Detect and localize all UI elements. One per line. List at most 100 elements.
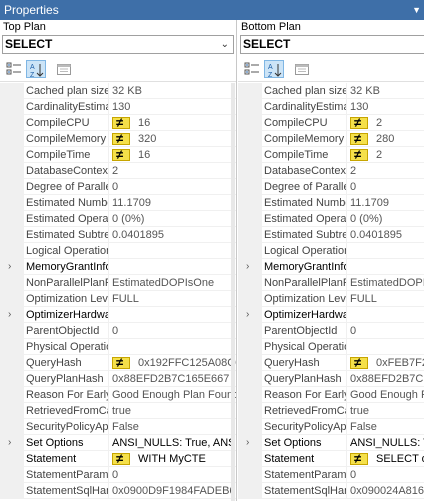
row-gutter xyxy=(0,339,24,355)
property-row[interactable]: ParentObjectId 0 xyxy=(238,323,424,339)
property-row[interactable]: NonParallelPlanReason EstimatedDOPIsOne xyxy=(0,275,236,291)
property-row[interactable]: › Set Options ANSI_NULLS: T xyxy=(238,435,424,451)
chevron-right-icon[interactable]: › xyxy=(8,259,11,275)
property-row[interactable]: QueryHash 0x192FFC125A08C0 xyxy=(0,355,236,371)
property-row[interactable]: Estimated Subtree Cost 0.0401895 xyxy=(238,227,424,243)
property-pages-button[interactable] xyxy=(54,60,74,78)
property-value: 0 xyxy=(108,179,236,195)
row-gutter[interactable]: › xyxy=(238,435,262,451)
property-row[interactable]: SecurityPolicyApplied False xyxy=(238,419,424,435)
chevron-right-icon[interactable]: › xyxy=(8,435,11,451)
property-row[interactable]: Physical Operation xyxy=(0,339,236,355)
chevron-right-icon[interactable]: › xyxy=(8,307,11,323)
alphabetical-button[interactable]: A Z xyxy=(264,60,284,78)
bottom-plan-operator-select[interactable]: SELECT xyxy=(240,35,424,54)
property-value-text: 32 KB xyxy=(112,85,142,97)
property-row[interactable]: Reason For Early Termination Good Enough … xyxy=(238,387,424,403)
property-row[interactable]: Estimated Subtree Cost 0.0401895 xyxy=(0,227,236,243)
property-row[interactable]: › Set Options ANSI_NULLS: True, ANS xyxy=(0,435,236,451)
not-equal-icon xyxy=(350,355,368,370)
property-row[interactable]: CardinalityEstimationModelVersion 130 xyxy=(0,99,236,115)
property-value: FULL xyxy=(346,291,424,307)
property-row[interactable]: › MemoryGrantInfo xyxy=(238,259,424,275)
chevron-right-icon[interactable]: › xyxy=(246,307,249,323)
property-row[interactable]: Optimization Level FULL xyxy=(238,291,424,307)
row-gutter[interactable]: › xyxy=(238,307,262,323)
property-row[interactable]: Statement SELECT o xyxy=(238,451,424,467)
property-row[interactable]: Estimated Number of Rows 11.1709 xyxy=(238,195,424,211)
property-name: CompileMemory xyxy=(262,133,346,147)
property-row[interactable]: SecurityPolicyApplied False xyxy=(0,419,236,435)
property-row[interactable]: CompileMemory 320 xyxy=(0,131,236,147)
row-gutter xyxy=(238,371,262,387)
property-row[interactable]: StatementSqlHandle 0x0900D9F1984FADEB6 xyxy=(0,483,236,499)
row-gutter xyxy=(238,211,262,227)
bottom-plan-property-grid[interactable]: Cached plan size 32 KB CardinalityEstimati… xyxy=(238,83,424,501)
property-name: ParentObjectId xyxy=(262,323,346,339)
property-row[interactable]: Estimated Operator Cost 0 (0%) xyxy=(0,211,236,227)
property-row[interactable]: Statement WITH MyCTE xyxy=(0,451,236,467)
property-row[interactable]: Physical Operation xyxy=(238,339,424,355)
property-row[interactable]: QueryPlanHash 0x88EFD2B7C16 xyxy=(238,371,424,387)
property-row[interactable]: Cached plan size 32 KB xyxy=(0,83,236,99)
property-value: true xyxy=(108,403,236,419)
alphabetical-button[interactable]: A Z xyxy=(26,60,46,78)
row-gutter[interactable]: › xyxy=(0,259,24,275)
property-row[interactable]: QueryPlanHash 0x88EFD2B7C165E667 xyxy=(0,371,236,387)
property-row[interactable]: Logical Operation xyxy=(238,243,424,259)
property-row[interactable]: Logical Operation xyxy=(0,243,236,259)
chevron-down-icon[interactable]: ⌄ xyxy=(221,36,229,53)
categorized-button[interactable] xyxy=(4,60,24,78)
row-gutter xyxy=(238,451,262,467)
top-plan-scrollbar[interactable] xyxy=(231,83,235,501)
property-row[interactable]: DatabaseContextSettingsId 2 xyxy=(238,163,424,179)
property-row[interactable]: Estimated Operator Cost 0 (0%) xyxy=(238,211,424,227)
property-row[interactable]: CompileCPU 2 xyxy=(238,115,424,131)
property-row[interactable]: CardinalityEstimationModelVersion 130 xyxy=(238,99,424,115)
property-row[interactable]: › MemoryGrantInfo xyxy=(0,259,236,275)
property-row[interactable]: StatementParameterizationType 0 xyxy=(0,467,236,483)
categorized-button[interactable] xyxy=(242,60,262,78)
top-plan-property-grid[interactable]: Cached plan size 32 KB CardinalityEstimati… xyxy=(0,83,236,501)
property-row[interactable]: CompileTime 16 xyxy=(0,147,236,163)
property-value: 0x88EFD2B7C165E667 xyxy=(108,371,236,387)
property-value-text: False xyxy=(112,421,139,433)
row-gutter xyxy=(0,371,24,387)
chevron-right-icon[interactable]: › xyxy=(246,435,249,451)
property-row[interactable]: RetrievedFromCache true xyxy=(0,403,236,419)
property-row[interactable]: Estimated Number of Rows 11.1709 xyxy=(0,195,236,211)
row-gutter[interactable]: › xyxy=(0,435,24,451)
property-row[interactable]: StatementParameterizationType 0 xyxy=(238,467,424,483)
property-row[interactable]: CompileTime 2 xyxy=(238,147,424,163)
property-name: CompileTime xyxy=(24,147,108,163)
property-row[interactable]: › OptimizerHardwareDependentProperties xyxy=(238,307,424,323)
property-row[interactable]: DatabaseContextSettingsId 2 xyxy=(0,163,236,179)
property-row[interactable]: CompileCPU 16 xyxy=(0,115,236,131)
property-row[interactable]: › OptimizerHardwareDependentProperties xyxy=(0,307,236,323)
property-name: Statement xyxy=(262,451,346,467)
property-row[interactable]: ParentObjectId 0 xyxy=(0,323,236,339)
property-name: QueryPlanHash xyxy=(24,371,108,387)
property-name: QueryHash xyxy=(24,355,108,371)
property-row[interactable]: CompileMemory 280 xyxy=(238,131,424,147)
property-row[interactable]: StatementSqlHandle 0x090024A8160 xyxy=(238,483,424,499)
row-gutter xyxy=(0,403,24,419)
property-row[interactable]: QueryHash 0xFEB7F2E xyxy=(238,355,424,371)
property-row[interactable]: Degree of Parallelism 0 xyxy=(0,179,236,195)
property-row[interactable]: Reason For Early Termination Good Enough … xyxy=(0,387,236,403)
chevron-right-icon[interactable]: › xyxy=(246,259,249,275)
row-gutter[interactable]: › xyxy=(0,307,24,323)
property-row[interactable]: Cached plan size 32 KB xyxy=(238,83,424,99)
row-gutter xyxy=(238,403,262,419)
property-row[interactable]: Degree of Parallelism 0 xyxy=(238,179,424,195)
property-row[interactable]: NonParallelPlanReason EstimatedDOPIsOne xyxy=(238,275,424,291)
row-gutter[interactable]: › xyxy=(238,259,262,275)
property-row[interactable]: Optimization Level FULL xyxy=(0,291,236,307)
top-plan-operator-select[interactable]: SELECT ⌄ xyxy=(2,35,234,54)
property-value: 0 xyxy=(346,323,424,339)
property-pages-button[interactable] xyxy=(292,60,312,78)
row-gutter xyxy=(238,483,262,499)
window-dropdown-icon[interactable]: ▼ xyxy=(412,0,421,20)
property-row[interactable]: RetrievedFromCache true xyxy=(238,403,424,419)
property-name: Estimated Number of Rows xyxy=(262,197,346,211)
